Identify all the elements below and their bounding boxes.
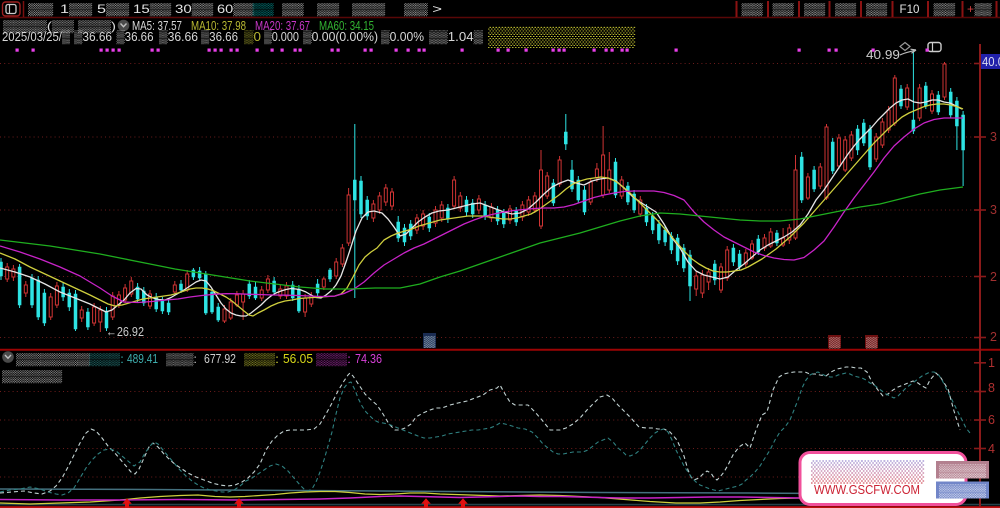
svg-text:F10: F10	[900, 2, 920, 16]
svg-text:▒: ▒	[424, 335, 435, 348]
svg-text:▒▒: ▒▒	[804, 2, 826, 16]
svg-text:▒▒▒▒▒: ▒▒▒▒▒	[2, 369, 63, 383]
svg-text:▒▒▒▒: ▒▒▒▒	[939, 464, 986, 478]
svg-text:60▒▒: 60▒▒	[217, 2, 255, 16]
svg-text:▒0.00%: ▒0.00%	[381, 30, 424, 44]
svg-text:+: +	[967, 2, 974, 16]
svg-text:40.0: 40.0	[982, 55, 1000, 69]
svg-text:▒▒▒▒▒▒: ▒▒▒▒▒▒	[16, 352, 91, 366]
svg-text:▒▒1.04▒: ▒▒1.04▒	[429, 30, 483, 44]
svg-text:▒▒: ▒▒	[934, 2, 956, 16]
svg-text:30▒▒: 30▒▒	[175, 2, 214, 16]
svg-text:▒▒▒:: ▒▒▒:	[89, 352, 124, 366]
svg-text:▒▒: ▒▒	[742, 2, 764, 16]
svg-text:▒▒: ▒▒	[773, 2, 795, 16]
svg-text:▒▒: ▒▒	[253, 2, 275, 16]
svg-text:6: 6	[988, 413, 995, 427]
svg-text:▒▒: ▒▒	[317, 2, 340, 16]
svg-text:677.92: 677.92	[204, 352, 236, 366]
svg-text:▒▒▒▒▒: ▒▒▒▒▒	[811, 460, 926, 484]
svg-text:489.41: 489.41	[127, 352, 158, 366]
svg-text:▒0: ▒0	[244, 30, 261, 44]
svg-text:▒: ▒	[866, 336, 877, 349]
svg-text:▒▒ >: ▒▒ >	[404, 2, 442, 16]
svg-text:1: 1	[988, 356, 995, 370]
svg-text:3: 3	[990, 203, 997, 217]
svg-text:1▒▒: 1▒▒	[60, 2, 93, 16]
svg-text:▒▒▒: ▒▒▒	[352, 2, 386, 16]
svg-text:▒0.00(0.00%): ▒0.00(0.00%)	[303, 30, 378, 44]
svg-text:74.36: 74.36	[355, 352, 382, 366]
svg-text:▒▒▒▒: ▒▒▒▒	[939, 484, 986, 498]
svg-text:▒36.66: ▒36.66	[74, 30, 112, 44]
svg-text:8: 8	[988, 381, 995, 395]
svg-text:15▒▒: 15▒▒	[133, 2, 172, 16]
svg-text:←26.92: ←26.92	[106, 324, 144, 339]
svg-text:▒▒▒:: ▒▒▒:	[166, 352, 197, 366]
svg-text:5▒▒: 5▒▒	[97, 2, 130, 16]
svg-text:▒▒: ▒▒	[835, 2, 857, 16]
svg-text:2: 2	[990, 330, 997, 344]
svg-text:▒: ▒	[829, 336, 840, 349]
svg-text:▒▒: ▒▒	[28, 2, 54, 16]
svg-text:2025/03/25/▒: 2025/03/25/▒	[2, 30, 70, 44]
svg-text:3: 3	[990, 130, 997, 144]
svg-text:4: 4	[988, 442, 995, 456]
svg-text:▒▒: ▒▒	[975, 2, 992, 16]
svg-text:▒▒: ▒▒	[866, 2, 888, 16]
svg-text:40.99: 40.99	[866, 47, 900, 62]
svg-text:▒36.66: ▒36.66	[159, 30, 198, 44]
svg-text:▒▒: ▒▒	[282, 2, 304, 16]
svg-text:▒▒▒▒▒▒▒: ▒▒▒▒▒▒▒	[488, 26, 635, 48]
svg-text:56.05: 56.05	[283, 352, 313, 366]
svg-text:▒▒▒:: ▒▒▒:	[316, 352, 351, 366]
svg-text:▒▒▒:: ▒▒▒:	[244, 352, 279, 366]
svg-text:2: 2	[990, 270, 997, 284]
svg-text:▒0.000: ▒0.000	[264, 30, 299, 44]
svg-text:▒36.66: ▒36.66	[201, 30, 238, 44]
svg-text:WWW.GSCFW.COM: WWW.GSCFW.COM	[814, 483, 920, 497]
svg-text:▒36.66: ▒36.66	[117, 30, 154, 44]
